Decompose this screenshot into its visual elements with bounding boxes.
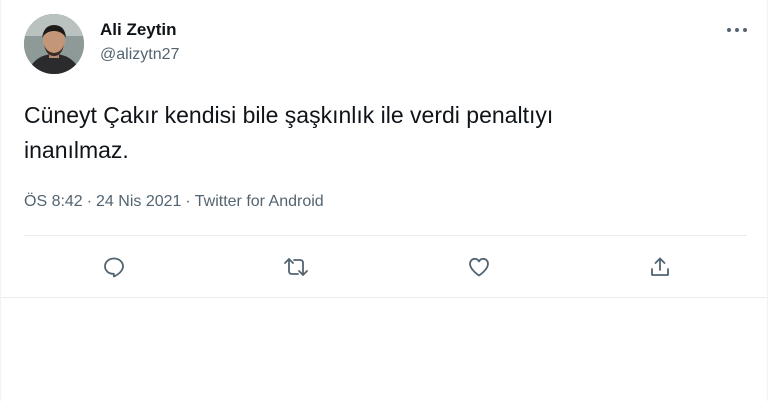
more-options-button[interactable] <box>723 20 751 40</box>
reply-icon <box>104 257 124 278</box>
retweet-button[interactable] <box>282 253 310 281</box>
tweet-source[interactable]: Twitter for Android <box>195 193 324 210</box>
author-name[interactable]: Ali Zeytin <box>100 20 177 40</box>
tweet-text: Cüneyt Çakır kendisi bile şaşkınlık ile … <box>24 98 724 168</box>
tweet-time[interactable]: ÖS 8:42 <box>24 193 83 210</box>
tweet-metadata: ÖS 8:42 · 24 Nis 2021 · Twitter for Android <box>24 192 324 212</box>
avatar[interactable] <box>24 14 84 74</box>
author-handle[interactable]: @alizytn27 <box>100 45 179 65</box>
heart-icon <box>469 257 489 277</box>
divider <box>1 297 767 298</box>
retweet-icon <box>284 258 308 276</box>
more-horizontal-icon <box>727 28 747 32</box>
share-button[interactable] <box>646 253 674 281</box>
like-button[interactable] <box>465 253 493 281</box>
separator: · <box>86 193 93 210</box>
avatar-image <box>24 14 84 74</box>
tweet-date[interactable]: 24 Nis 2021 <box>96 193 181 210</box>
tweet-text-line-2: inanılmaz. <box>24 137 129 163</box>
share-icon <box>651 257 669 276</box>
divider <box>24 235 747 236</box>
tweet-text-line-1: Cüneyt Çakır kendisi bile şaşkınlık ile … <box>24 102 554 128</box>
tweet-card: Ali Zeytin @alizytn27 Cüneyt Çakır kendi… <box>0 0 768 401</box>
separator: · <box>185 193 191 210</box>
reply-button[interactable] <box>100 253 128 281</box>
